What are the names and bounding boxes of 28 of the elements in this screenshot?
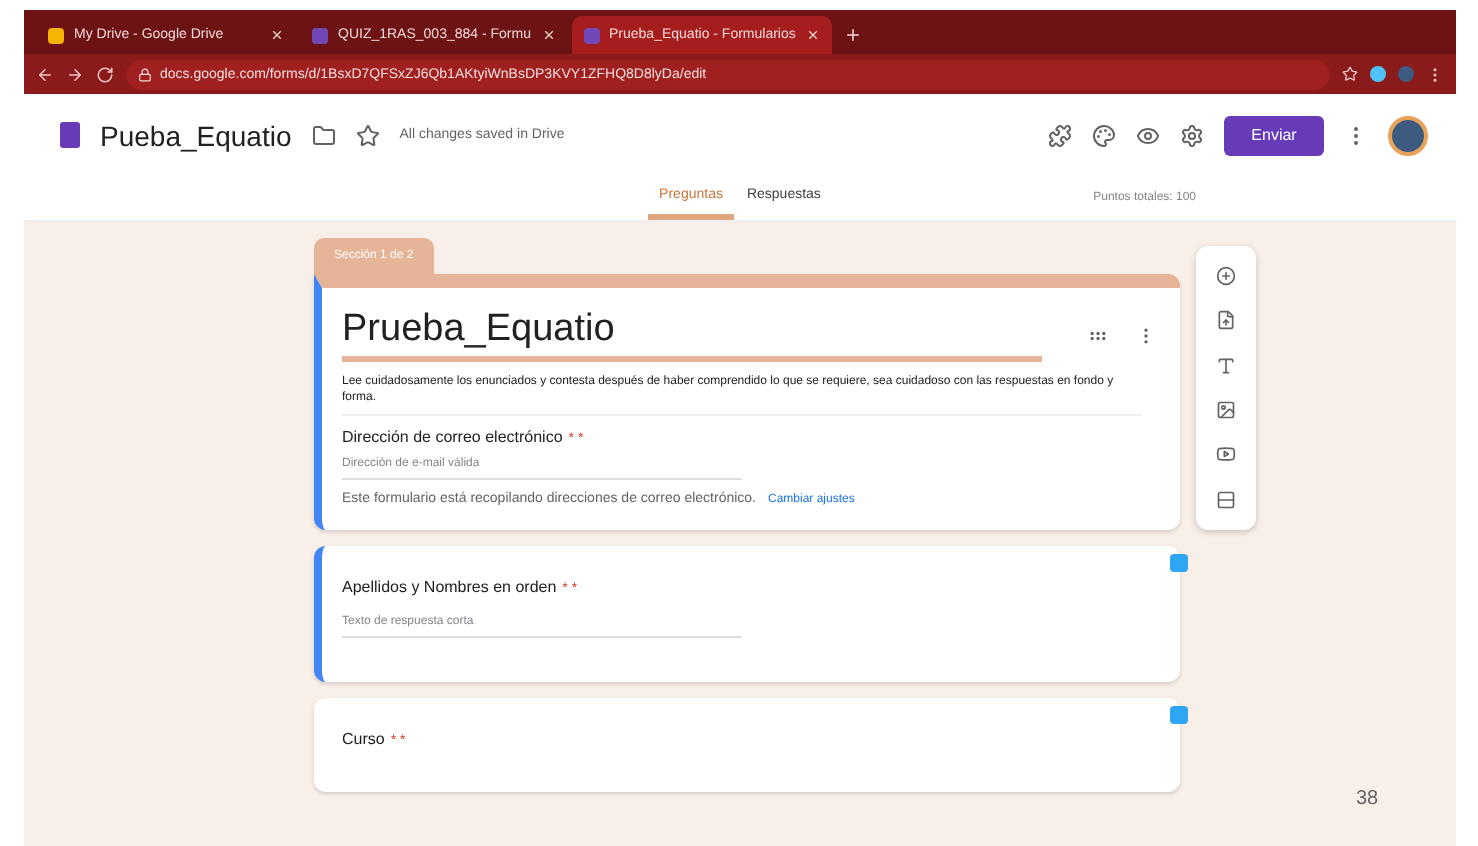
document-title[interactable]: Pueba_Equatio — [100, 119, 292, 151]
reload-icon[interactable] — [96, 65, 114, 83]
add-icon[interactable] — [1216, 266, 1236, 287]
image-icon[interactable] — [1216, 400, 1236, 421]
question-label: Apellidos y Nombres en orden — [342, 578, 557, 597]
form-title[interactable]: Prueba_Equatio — [342, 308, 1042, 362]
question-label: Curso — [342, 730, 385, 749]
palette-icon[interactable] — [1092, 123, 1116, 147]
close-icon[interactable] — [541, 28, 555, 42]
preview-icon[interactable] — [1136, 123, 1160, 147]
close-icon[interactable] — [805, 28, 820, 42]
settings-icon[interactable] — [1180, 123, 1204, 147]
new-tab-icon[interactable] — [843, 26, 862, 44]
slide-number: 38 — [1356, 788, 1379, 810]
section-icon[interactable] — [1216, 489, 1236, 510]
text-icon[interactable] — [1216, 355, 1236, 376]
star-icon[interactable] — [355, 123, 380, 147]
import-icon[interactable] — [1216, 310, 1236, 331]
avatar[interactable] — [1388, 115, 1428, 155]
close-icon[interactable] — [270, 28, 284, 42]
back-icon[interactable] — [36, 65, 54, 83]
folder-icon[interactable] — [311, 123, 336, 147]
add-on-icon[interactable] — [1048, 123, 1072, 147]
send-button[interactable]: Enviar — [1224, 115, 1324, 155]
video-icon[interactable] — [1216, 444, 1236, 465]
forward-icon[interactable] — [66, 65, 84, 83]
question-label: Dirección de correo electrónico — [342, 428, 563, 447]
bookmark-icon[interactable] — [1342, 66, 1358, 82]
